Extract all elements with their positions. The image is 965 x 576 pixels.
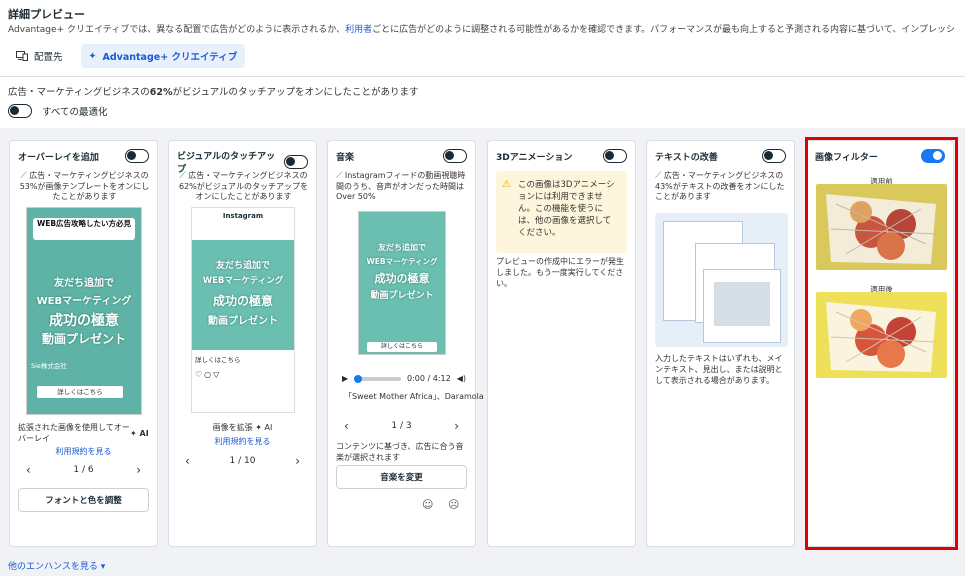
music-ad-preview: 友だち追加で WEBマーケティング 成功の極意 動画プレゼント 詳しくはこちら: [358, 211, 446, 355]
card-visual-touchup: ビジュアルのタッチアップ ⟋ 広告・マーケティングビジネスの62%がビジュアルの…: [168, 140, 317, 547]
page-title: 詳細プレビュー: [8, 8, 85, 21]
ad-cta: 詳しくはこちら: [37, 386, 123, 398]
tab-advantage-creative[interactable]: ✦ Advantage+ クリエイティブ: [80, 44, 246, 68]
thumbs-up-icon[interactable]: ☺: [422, 498, 433, 511]
divider: [0, 76, 965, 77]
sparkle-icon: ✦: [88, 50, 97, 62]
card-3d-animation: 3Dアニメーション ⚠ この画像は3Dアニメーションには利用できません。この機能を…: [487, 140, 636, 547]
caret-down-icon: ▾: [100, 562, 106, 572]
chevron-left-icon[interactable]: ‹: [18, 463, 39, 477]
card-title: 音楽: [336, 152, 355, 163]
audio-progress[interactable]: [354, 374, 401, 383]
text-note: 入力したテキストはいずれも、メインテキスト、見出し、または説明として表示される場…: [655, 354, 783, 385]
devices-icon: [16, 51, 28, 61]
change-music-button[interactable]: 音楽を変更: [336, 465, 467, 489]
card-music: 音楽 ⟋ Instagramフィードの動画視聴時間のうち、音声がオンだった時間は…: [327, 140, 484, 547]
ai-badge: ✦ AI: [130, 429, 149, 438]
ad-preview: WEB広告攻略したい方必見 友だち追加で WEBマーケティング 成功の極意 動画…: [26, 207, 142, 415]
text-improvement-toggle[interactable]: [762, 149, 786, 163]
warning-box: ⚠ この画像は3Dアニメーションには利用できません。この機能を使うには、他の画像を…: [496, 171, 627, 253]
pager: ‹ 1 / 3 ›: [336, 419, 467, 433]
reaction-icons: ♡○▽: [195, 370, 222, 379]
instagram-preview: Instagram 友だち追加で WEBマーケティング 成功の極意 動画プレゼン…: [191, 207, 295, 413]
card-description: ⟋ 広告・マーケティングビジネスの43%がテキストの改善をオンにしたことがありま…: [655, 171, 785, 201]
card-description: ⟋ Instagramフィードの動画視聴時間のうち、音声がオンだった時間はOve…: [336, 171, 466, 201]
chevron-right-icon[interactable]: ›: [446, 419, 467, 433]
info-text: 広告・マーケティングビジネスの62%がビジュアルのタッチアップをオンにしたことが…: [8, 87, 419, 98]
card-title: テキストの改善: [655, 152, 718, 163]
chevron-right-icon[interactable]: ›: [128, 463, 149, 477]
3d-animation-toggle[interactable]: [603, 149, 627, 163]
pager: ‹ 1 / 10 ›: [177, 454, 308, 468]
header: 詳細プレビュー Advantage+ クリエイティブでは、異なる配置で広告がどの…: [8, 6, 963, 35]
music-note: コンテンツに基づき、広告に合う音楽が選択されます: [336, 442, 464, 462]
ad-image: 友だち追加で WEBマーケティング 成功の極意 動画プレゼント: [192, 240, 294, 350]
music-toggle[interactable]: [443, 149, 467, 163]
visual-touchup-toggle[interactable]: [284, 155, 308, 169]
card-title: オーバーレイを追加: [18, 152, 99, 163]
pager: ‹ 1 / 6 ›: [18, 463, 149, 477]
page-subtitle: Advantage+ クリエイティブでは、異なる配置で広告がどのように表示される…: [8, 25, 956, 35]
terms-link[interactable]: 利用規約を見る: [10, 446, 157, 457]
ad-cta: 詳しくはこちら: [195, 356, 241, 364]
play-icon[interactable]: ▶: [342, 374, 348, 383]
tab-bar: 配置先 ✦ Advantage+ クリエイティブ: [8, 44, 246, 68]
card-description: ⟋ 広告・マーケティングビジネスの53%が画像テンプレートをオンにしたことがあり…: [19, 171, 150, 201]
terms-link[interactable]: 利用規約を見る: [169, 436, 316, 447]
ad-text: 成功の極意: [49, 313, 119, 329]
ad-text: WEBマーケティング: [36, 296, 132, 307]
card-description: ⟋ 広告・マーケティングビジネスの62%がビジュアルのタッチアップをオンにしたこ…: [179, 171, 308, 201]
enhance-caption: 画像を拡張 ✦ AI: [212, 423, 273, 432]
ad-text: 友だち追加で: [54, 278, 114, 289]
thumbs-down-icon[interactable]: ☹: [448, 498, 459, 511]
text-variation-illustration: [655, 213, 788, 347]
instagram-logo: Instagram: [222, 212, 264, 220]
chevron-left-icon[interactable]: ‹: [177, 454, 198, 468]
all-optimize-row: すべての最適化: [8, 104, 107, 118]
adjust-font-color-button[interactable]: フォントと色を調整: [18, 488, 149, 512]
sparkle-icon: ⟋: [20, 171, 27, 181]
card-title: 3Dアニメーション: [496, 152, 573, 163]
error-message: プレビューの作成中にエラーが発生しました。もう一度実行してください。: [496, 257, 624, 288]
track-name: 「Sweet Mother Africa」、Daramola: [344, 392, 484, 401]
highlight-box: [805, 137, 958, 550]
users-link[interactable]: 利用者: [345, 25, 372, 35]
tab-placements[interactable]: 配置先: [8, 44, 71, 68]
card-overlay: オーバーレイを追加 ⟋ 広告・マーケティングビジネスの53%が画像テンプレートを…: [9, 140, 158, 547]
overlay-toggle[interactable]: [125, 149, 149, 163]
warning-icon: ⚠: [502, 179, 511, 190]
audio-player: ▶ 0:00 / 4:12 ◀): [342, 374, 466, 383]
card-text-improvement: テキストの改善 ⟋ 広告・マーケティングビジネスの43%がテキストの改善をオンに…: [646, 140, 795, 547]
ad-account: Sie株式会社: [31, 362, 67, 370]
ad-text: 動画プレゼント: [41, 332, 126, 346]
all-optimize-toggle[interactable]: [8, 104, 32, 118]
chevron-left-icon[interactable]: ‹: [336, 419, 357, 433]
ad-banner: WEB広告攻略したい方必見: [33, 218, 135, 240]
volume-icon[interactable]: ◀): [457, 374, 466, 383]
chevron-right-icon[interactable]: ›: [287, 454, 308, 468]
overlay-caption: 拡張された画像を使用してオーバーレイ: [18, 423, 130, 443]
see-more-enhancements-link[interactable]: 他のエンハンスを見る ▾: [8, 559, 105, 572]
